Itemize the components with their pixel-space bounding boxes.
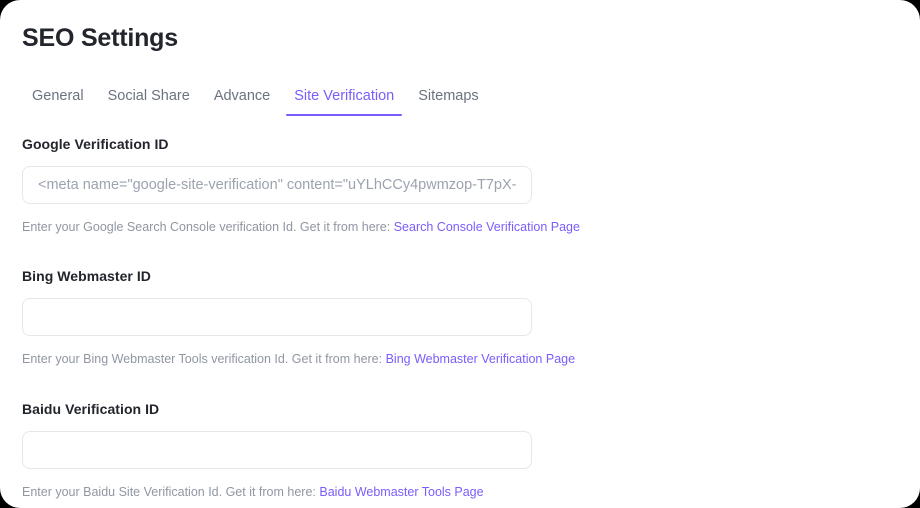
seo-settings-panel: SEO Settings General Social Share Advanc… (0, 0, 920, 508)
baidu-verification-label: Baidu Verification ID (22, 401, 160, 417)
bing-webmaster-help: Enter your Bing Webmaster Tools verifica… (22, 350, 575, 368)
google-verification-input[interactable] (22, 166, 532, 204)
field-group-google-verification: Google Verification ID Enter your Google… (22, 134, 580, 236)
tab-site-verification[interactable]: Site Verification (282, 86, 406, 116)
baidu-verification-help-text: Enter your Baidu Site Verification Id. G… (22, 485, 316, 499)
settings-tabs: General Social Share Advance Site Verifi… (22, 86, 491, 116)
page-title: SEO Settings (22, 24, 178, 52)
bing-webmaster-help-text: Enter your Bing Webmaster Tools verifica… (22, 352, 383, 366)
tab-advance[interactable]: Advance (202, 86, 282, 116)
tab-social-share[interactable]: Social Share (96, 86, 202, 116)
bing-webmaster-label: Bing Webmaster ID (22, 268, 151, 284)
bing-webmaster-help-link[interactable]: Bing Webmaster Verification Page (386, 352, 575, 366)
bing-webmaster-input[interactable] (22, 298, 532, 336)
google-verification-label: Google Verification ID (22, 136, 169, 152)
tab-sitemaps[interactable]: Sitemaps (406, 86, 490, 116)
field-group-baidu-verification: Baidu Verification ID Enter your Baidu S… (22, 399, 532, 501)
field-group-bing-webmaster: Bing Webmaster ID Enter your Bing Webmas… (22, 266, 575, 368)
google-verification-help-text: Enter your Google Search Console verific… (22, 220, 391, 234)
baidu-verification-input[interactable] (22, 431, 532, 469)
google-verification-help: Enter your Google Search Console verific… (22, 218, 580, 236)
google-verification-help-link[interactable]: Search Console Verification Page (394, 220, 580, 234)
baidu-verification-help: Enter your Baidu Site Verification Id. G… (22, 483, 532, 501)
tab-general[interactable]: General (22, 86, 96, 116)
baidu-verification-help-link[interactable]: Baidu Webmaster Tools Page (319, 485, 483, 499)
